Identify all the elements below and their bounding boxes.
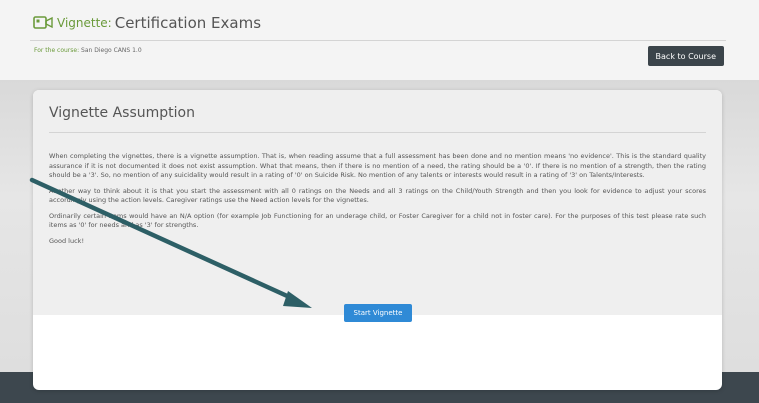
paragraph-another-way: Another way to think about it is that yo… — [49, 186, 706, 205]
back-to-course-button[interactable]: Back to Course — [647, 46, 724, 66]
video-vignette-icon — [33, 16, 53, 29]
header-divider — [30, 40, 726, 41]
title-prefix: Vignette: — [57, 16, 112, 30]
paragraph-assumption: When completing the vignettes, there is … — [49, 152, 706, 179]
card-divider — [49, 132, 706, 133]
card-body: When completing the vignettes, there is … — [49, 152, 706, 252]
card-title: Vignette Assumption — [49, 105, 195, 121]
card-content-area: Vignette Assumption When completing the … — [33, 90, 722, 315]
course-label: For the course: — [34, 47, 80, 54]
page-title: Vignette: Certification Exams — [33, 12, 261, 34]
course-name: San Diego CANS 1.0 — [81, 47, 142, 54]
vignette-assumption-card: Vignette Assumption When completing the … — [33, 90, 722, 390]
header-inner: Vignette: Certification Exams For the co… — [30, 0, 730, 80]
course-info: For the course: San Diego CANS 1.0 — [34, 47, 142, 54]
page-header: Vignette: Certification Exams For the co… — [0, 0, 759, 80]
paragraph-na-option: Ordinarily certain items would have an N… — [49, 211, 706, 230]
start-vignette-button[interactable]: Start Vignette — [344, 304, 412, 322]
paragraph-good-luck: Good luck! — [49, 236, 85, 245]
title-text: Certification Exams — [114, 14, 262, 32]
